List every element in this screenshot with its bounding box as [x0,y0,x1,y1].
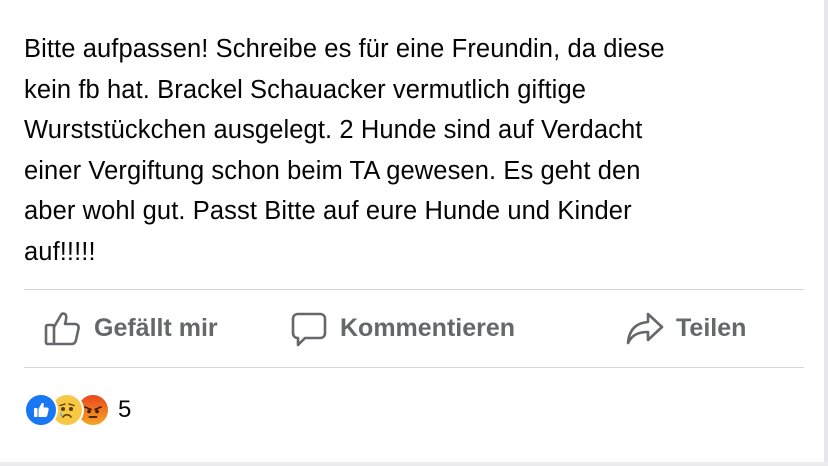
reaction-summary[interactable]: 5 [24,393,131,427]
card-edge-right [824,0,828,466]
comment-button[interactable]: Kommentieren [290,290,515,367]
post-text: Bitte aufpassen! Schreibe es für eine Fr… [24,35,665,266]
share-label: Teilen [676,314,747,342]
card-edge-bottom [0,462,828,466]
like-reaction-icon [24,393,58,427]
like-label: Gefällt mir [94,314,218,342]
action-bar: Gefällt mir Kommentieren Teilen [24,290,804,367]
comment-label: Kommentieren [340,314,516,342]
share-button[interactable]: Teilen [626,290,746,367]
reaction-count: 5 [118,396,132,423]
like-button[interactable]: Gefällt mir [44,290,218,367]
share-arrow-icon [626,310,664,348]
divider-bottom [24,367,804,368]
thumbs-up-icon [44,310,82,348]
comment-bubble-icon [290,310,328,348]
